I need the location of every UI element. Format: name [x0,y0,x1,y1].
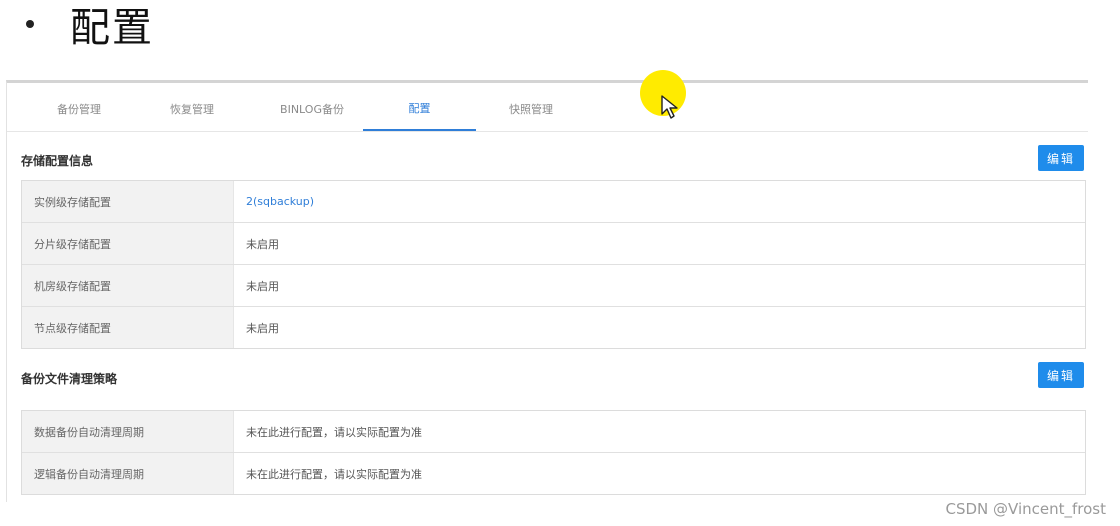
table-row: 实例级存储配置 2(sqbackup) [22,181,1085,223]
row-key: 机房级存储配置 [22,265,234,306]
cleanup-edit-button[interactable]: 编辑 [1038,362,1084,388]
mouse-pointer-icon [661,95,678,119]
tab-restore-management[interactable]: 恢复管理 [142,87,242,131]
watermark: CSDN @Vincent_frost [945,500,1107,518]
storage-section-title: 存储配置信息 [21,154,94,168]
storage-config-table: 实例级存储配置 2(sqbackup) 分片级存储配置 未启用 机房级存储配置 … [21,180,1086,349]
tab-binlog-backup[interactable]: BINLOG备份 [252,87,372,131]
row-value: 未在此进行配置，请以实际配置为准 [246,467,422,481]
tab-backup-management[interactable]: 备份管理 [29,87,129,131]
row-value-link[interactable]: 2(sqbackup) [234,181,1085,222]
tab-snapshot-management[interactable]: 快照管理 [481,87,581,131]
bullet-dot [26,20,34,28]
row-value: 未在此进行配置，请以实际配置为准 [246,425,422,439]
row-value: 未启用 [246,279,279,293]
row-value: 未启用 [246,237,279,251]
table-row: 数据备份自动清理周期 未在此进行配置，请以实际配置为准 [22,411,1085,453]
row-key: 分片级存储配置 [22,223,234,264]
row-key: 节点级存储配置 [22,307,234,348]
table-row: 分片级存储配置 未启用 [22,223,1085,265]
tab-config[interactable]: 配置 [363,87,476,131]
tab-bar: 备份管理 恢复管理 BINLOG备份 配置 快照管理 [7,87,1088,132]
table-row: 节点级存储配置 未启用 [22,307,1085,348]
cleanup-section-title: 备份文件清理策略 [21,372,118,386]
cleanup-policy-table: 数据备份自动清理周期 未在此进行配置，请以实际配置为准 逻辑备份自动清理周期 未… [21,410,1086,495]
row-key: 数据备份自动清理周期 [22,411,234,452]
table-row: 机房级存储配置 未启用 [22,265,1085,307]
row-key: 实例级存储配置 [22,181,234,222]
storage-edit-button[interactable]: 编辑 [1038,145,1084,171]
row-key: 逻辑备份自动清理周期 [22,453,234,494]
table-row: 逻辑备份自动清理周期 未在此进行配置，请以实际配置为准 [22,453,1085,494]
slide-heading: 配置 [70,5,154,51]
row-value: 未启用 [246,321,279,335]
slide-bullet: 配置 [26,2,154,51]
config-panel: 备份管理 恢复管理 BINLOG备份 配置 快照管理 存储配置信息 编辑 实例级… [6,80,1088,502]
